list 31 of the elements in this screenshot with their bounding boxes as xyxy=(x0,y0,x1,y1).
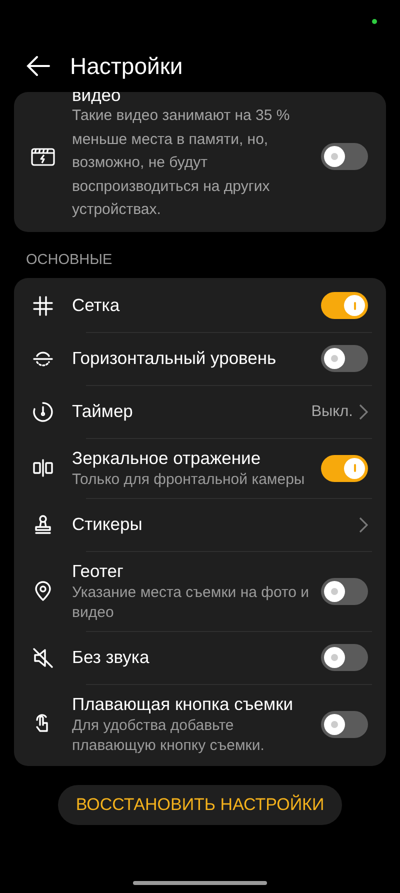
setting-title: Геотег xyxy=(72,560,124,582)
chevron-right-icon xyxy=(359,404,368,420)
toggle-switch[interactable] xyxy=(321,578,368,604)
toggle-switch[interactable] xyxy=(321,292,368,319)
section-header: ОСНОВНЫЕ xyxy=(25,250,114,270)
toggle-switch[interactable] xyxy=(321,143,368,170)
setting-title: Плавающая кнопка съемки xyxy=(72,692,294,716)
setting-title: Сетка xyxy=(72,294,121,317)
setting-title: Таймер xyxy=(72,400,134,423)
setting-description: Только для фронтальной камеры xyxy=(72,470,306,490)
setting-title: Горизонтальный уровень xyxy=(72,347,278,370)
chevron-right-icon xyxy=(359,516,368,532)
setting-description: Для удобства добавьте плавающую кнопку съемки. xyxy=(72,716,266,756)
mirror-icon xyxy=(31,456,55,480)
toggle-switch[interactable] xyxy=(321,345,368,372)
back-arrow-icon[interactable] xyxy=(26,55,50,77)
toggle-switch[interactable] xyxy=(321,710,368,738)
timer-icon xyxy=(31,400,55,424)
page-title: Настройки xyxy=(70,52,183,80)
muted-speaker-icon xyxy=(31,646,55,670)
grid-icon xyxy=(31,294,55,318)
toggle-switch[interactable] xyxy=(321,644,368,671)
setting-title: Зеркальное отражение xyxy=(72,446,262,470)
setting-title: Без звука xyxy=(72,646,150,669)
toggle-switch[interactable] xyxy=(321,454,368,482)
setting-value: Выкл. xyxy=(311,402,353,420)
setting-description: Указание места съемки на фото и видео xyxy=(72,582,310,622)
setting-title: Стикеры xyxy=(72,513,144,536)
privacy-indicator-icon xyxy=(372,19,377,24)
reset-settings-button[interactable]: ВОССТАНОВИТЬ НАСТРОЙКИ xyxy=(58,784,342,824)
setting-description: Такие видео занимают на 35 % меньше места в памяти, но, возможно, не будут воспроизводиться на других устройствах. xyxy=(72,106,291,220)
